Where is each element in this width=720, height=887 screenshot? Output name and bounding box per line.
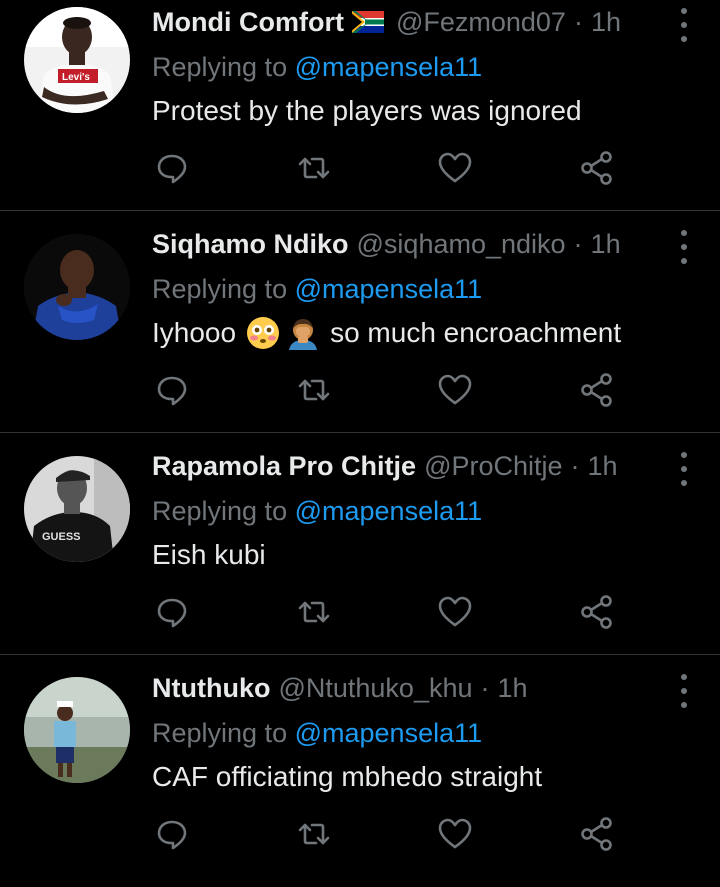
- reply-feed: Levi's Mondi Comfort @Fezmond07 · 1h Rep…: [0, 0, 720, 868]
- replying-prefix: Replying to: [152, 496, 288, 526]
- replying-prefix: Replying to: [152, 52, 288, 82]
- tweet-reply[interactable]: Siqhamo Ndiko @siqhamo_ndiko · 1h Replyi…: [0, 222, 720, 443]
- display-name[interactable]: Siqhamo Ndiko: [152, 226, 349, 262]
- tweet-text-after: so much encroachment: [330, 317, 622, 348]
- more-options-icon[interactable]: [674, 8, 694, 42]
- replying-to-line: Replying to @mapensela11: [152, 49, 482, 85]
- share-icon[interactable]: [577, 370, 617, 410]
- display-name[interactable]: Rapamola Pro Chitje: [152, 448, 416, 484]
- tweet-reply[interactable]: GUESS Rapamola Pro Chitje @ProChitje · 1…: [0, 444, 720, 665]
- avatar[interactable]: GUESS: [24, 456, 130, 562]
- timestamp[interactable]: 1h: [591, 4, 621, 40]
- action-bar: [152, 148, 622, 188]
- tweet-text-content: CAF officiating mbhedo straight: [152, 761, 543, 792]
- tweet-text: Protest by the players was ignored: [152, 92, 582, 130]
- divider: [0, 210, 720, 211]
- action-bar: [152, 592, 622, 632]
- display-name[interactable]: Ntuthuko: [152, 670, 270, 706]
- tweet-text-content: Eish kubi: [152, 539, 266, 570]
- replying-to-line: Replying to @mapensela11: [152, 493, 482, 529]
- retweet-icon[interactable]: [294, 814, 334, 854]
- action-bar: [152, 814, 622, 854]
- timestamp[interactable]: 1h: [498, 670, 528, 706]
- divider: [0, 654, 720, 655]
- more-options-icon[interactable]: [674, 674, 694, 708]
- retweet-icon[interactable]: [294, 148, 334, 188]
- share-icon[interactable]: [577, 148, 617, 188]
- divider: [0, 432, 720, 433]
- replying-prefix: Replying to: [152, 274, 288, 304]
- replying-to-line: Replying to @mapensela11: [152, 271, 482, 307]
- tweet-text: CAF officiating mbhedo straight: [152, 758, 542, 796]
- user-handle[interactable]: @ProChitje: [424, 448, 562, 484]
- like-icon[interactable]: [435, 148, 475, 188]
- person-facepalming-emoji: [286, 316, 320, 350]
- timestamp[interactable]: 1h: [591, 226, 621, 262]
- retweet-icon[interactable]: [294, 592, 334, 632]
- mention-link[interactable]: @mapensela11: [295, 496, 483, 526]
- user-handle[interactable]: @Fezmond07: [396, 4, 566, 40]
- like-icon[interactable]: [435, 370, 475, 410]
- tweet-text-before: Iyhooo: [152, 317, 237, 348]
- mention-link[interactable]: @mapensela11: [295, 274, 483, 304]
- tweet-text: Eish kubi: [152, 536, 266, 574]
- separator-dot: ·: [573, 7, 583, 37]
- share-icon[interactable]: [577, 814, 617, 854]
- svg-text:Levi's: Levi's: [62, 72, 90, 83]
- tweet-text: Iyhooo so much encroachment: [152, 314, 621, 352]
- reply-icon[interactable]: [152, 148, 192, 188]
- reply-icon[interactable]: [152, 592, 192, 632]
- like-icon[interactable]: [435, 814, 475, 854]
- separator-dot: ·: [570, 451, 580, 481]
- reply-icon[interactable]: [152, 814, 192, 854]
- avatar[interactable]: [24, 677, 130, 783]
- avatar[interactable]: [24, 234, 130, 340]
- tweet-reply[interactable]: Ntuthuko @Ntuthuko_khu · 1h Replying to …: [0, 666, 720, 887]
- user-handle[interactable]: @siqhamo_ndiko: [357, 226, 566, 262]
- display-name[interactable]: Mondi Comfort: [152, 4, 344, 40]
- separator-dot: ·: [573, 229, 583, 259]
- tweet-reply[interactable]: Levi's Mondi Comfort @Fezmond07 · 1h Rep…: [0, 0, 720, 221]
- timestamp[interactable]: 1h: [588, 448, 618, 484]
- replying-to-line: Replying to @mapensela11: [152, 715, 482, 751]
- mention-link[interactable]: @mapensela11: [295, 718, 483, 748]
- more-options-icon[interactable]: [674, 452, 694, 486]
- flushed-face-emoji: [246, 316, 280, 350]
- more-options-icon[interactable]: [674, 230, 694, 264]
- avatar[interactable]: Levi's: [24, 7, 130, 113]
- like-icon[interactable]: [435, 592, 475, 632]
- mention-link[interactable]: @mapensela11: [295, 52, 483, 82]
- replying-prefix: Replying to: [152, 718, 288, 748]
- svg-text:GUESS: GUESS: [42, 531, 81, 543]
- reply-icon[interactable]: [152, 370, 192, 410]
- south-africa-flag-emoji: [351, 11, 384, 33]
- retweet-icon[interactable]: [294, 370, 334, 410]
- tweet-text-content: Protest by the players was ignored: [152, 95, 582, 126]
- separator-dot: ·: [480, 673, 490, 703]
- share-icon[interactable]: [577, 592, 617, 632]
- action-bar: [152, 370, 622, 410]
- user-handle[interactable]: @Ntuthuko_khu: [278, 670, 472, 706]
